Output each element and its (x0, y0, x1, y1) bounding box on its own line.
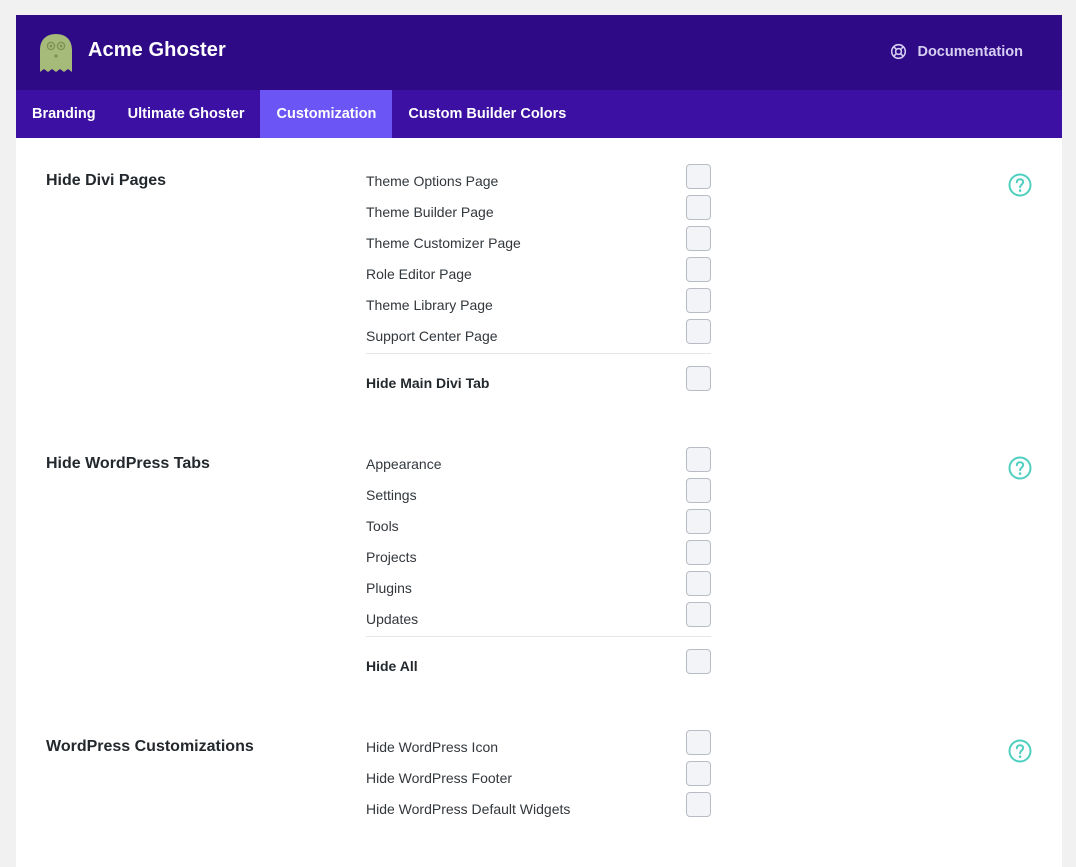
checkbox-hide-wordpress-default-widgets[interactable] (686, 792, 711, 817)
checkbox-theme-customizer-page[interactable] (686, 226, 711, 251)
app-title: Acme Ghoster (88, 39, 226, 61)
option-label: Projects (366, 549, 417, 565)
option-row-tools: Tools (366, 509, 711, 543)
option-row-theme-builder-page: Theme Builder Page (366, 195, 711, 229)
lifebuoy-icon (891, 43, 907, 60)
option-row-hide-main-divi-tab: Hide Main Divi Tab (366, 366, 711, 400)
checkbox-hide-all[interactable] (686, 649, 711, 674)
option-row-projects: Projects (366, 540, 711, 574)
tab-customization[interactable]: Customization (260, 90, 393, 138)
checkbox-tools[interactable] (686, 509, 711, 534)
section-divider (366, 636, 711, 637)
checkbox-theme-library-page[interactable] (686, 288, 711, 313)
option-label: Theme Customizer Page (366, 235, 521, 251)
section-divider (366, 353, 711, 354)
option-label: Theme Options Page (366, 173, 499, 189)
option-row-theme-library-page: Theme Library Page (366, 288, 711, 322)
section-title: Hide WordPress Tabs (46, 455, 210, 472)
checkbox-theme-options-page[interactable] (686, 164, 711, 189)
option-label: Appearance (366, 456, 442, 472)
option-label: Hide Main Divi Tab (366, 375, 490, 391)
option-row-hide-wordpress-icon: Hide WordPress Icon (366, 730, 711, 764)
tab-branding[interactable]: Branding (16, 90, 112, 138)
checkbox-theme-builder-page[interactable] (686, 195, 711, 220)
tab-bar: Branding Ultimate Ghoster Customization … (16, 90, 1062, 138)
help-icon[interactable] (1008, 456, 1032, 480)
option-label: Theme Builder Page (366, 204, 494, 220)
checkbox-hide-wordpress-icon[interactable] (686, 730, 711, 755)
ghost-icon (40, 34, 72, 72)
checkbox-role-editor-page[interactable] (686, 257, 711, 282)
option-row-hide-wordpress-default-widgets: Hide WordPress Default Widgets (366, 792, 711, 826)
option-label: Hide All (366, 658, 418, 674)
documentation-link[interactable]: Documentation (890, 43, 1023, 60)
section-title: Hide Divi Pages (46, 172, 167, 189)
option-label: Hide WordPress Icon (366, 739, 499, 755)
checkbox-support-center-page[interactable] (686, 319, 711, 344)
checkbox-hide-wordpress-footer[interactable] (686, 761, 711, 786)
checkbox-appearance[interactable] (686, 447, 711, 472)
option-label: Hide WordPress Default Widgets (366, 801, 571, 817)
help-icon[interactable] (1008, 173, 1032, 197)
option-row-updates: Updates (366, 602, 711, 636)
option-label: Theme Library Page (366, 297, 493, 313)
option-label: Settings (366, 487, 417, 503)
option-label: Tools (366, 518, 399, 534)
option-row-plugins: Plugins (366, 571, 711, 605)
section-title: WordPress Customizations (46, 738, 254, 755)
tab-custom-builder-colors[interactable]: Custom Builder Colors (392, 90, 582, 138)
option-row-settings: Settings (366, 478, 711, 512)
settings-panel: Acme Ghoster Documentation Branding Ulti… (16, 15, 1062, 867)
option-row-role-editor-page: Role Editor Page (366, 257, 711, 291)
documentation-label: Documentation (917, 43, 1023, 60)
option-label: Support Center Page (366, 328, 498, 344)
help-icon[interactable] (1008, 739, 1032, 763)
checkbox-settings[interactable] (686, 478, 711, 503)
option-label: Hide WordPress Footer (366, 770, 513, 786)
option-row-hide-all: Hide All (366, 649, 711, 683)
option-row-support-center-page: Support Center Page (366, 319, 711, 353)
checkbox-hide-main-divi-tab[interactable] (686, 366, 711, 391)
app-header: Acme Ghoster Documentation (16, 15, 1062, 90)
option-row-theme-customizer-page: Theme Customizer Page (366, 226, 711, 260)
option-row-hide-wordpress-footer: Hide WordPress Footer (366, 761, 711, 795)
checkbox-updates[interactable] (686, 602, 711, 627)
option-label: Role Editor Page (366, 266, 472, 282)
checkbox-plugins[interactable] (686, 571, 711, 596)
option-row-theme-options-page: Theme Options Page (366, 164, 711, 198)
checkbox-projects[interactable] (686, 540, 711, 565)
tab-ultimate-ghoster[interactable]: Ultimate Ghoster (112, 90, 261, 138)
option-label: Updates (366, 611, 419, 627)
option-label: Plugins (366, 580, 412, 596)
option-row-appearance: Appearance (366, 447, 711, 481)
